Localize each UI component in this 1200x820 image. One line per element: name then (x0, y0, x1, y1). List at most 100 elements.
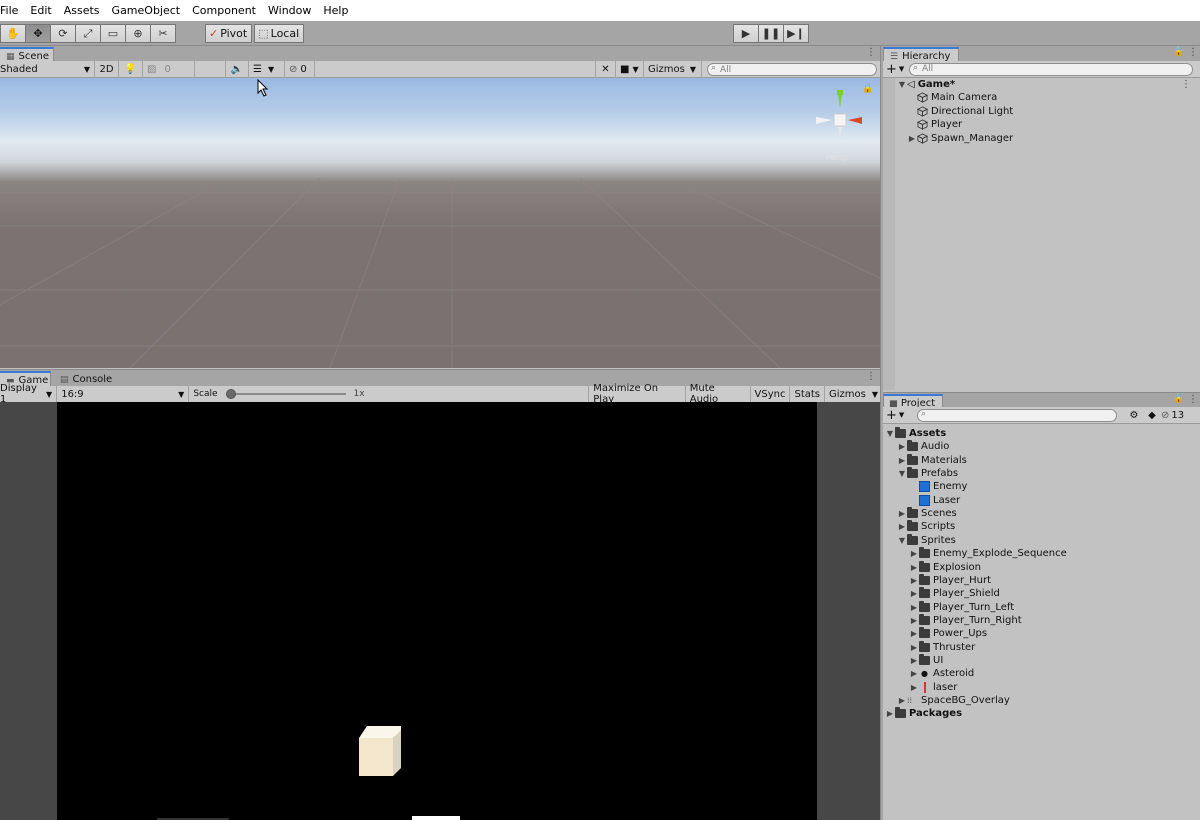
pivot-button[interactable]: ✓ Pivot (205, 24, 253, 43)
chevron-right-icon[interactable]: ▶ (885, 709, 895, 718)
project-tree-item[interactable]: ▶ laser (909, 681, 957, 694)
game-gizmos-toggle[interactable]: Gizmos (825, 386, 870, 403)
chevron-right-icon[interactable]: ▶ (907, 134, 917, 143)
play-button[interactable]: ▶ (733, 24, 759, 43)
rotate-tool-button[interactable]: ⟳ (50, 24, 76, 43)
camera-dropdown[interactable]: ■ ▼ (616, 60, 644, 78)
project-search-input[interactable]: ⌕ (917, 408, 1117, 422)
hierarchy-add-button[interactable]: + ▼ (883, 62, 909, 77)
mute-audio-toggle[interactable]: Mute Audio (686, 383, 751, 405)
local-button[interactable]: ⬚ Local (254, 24, 305, 43)
menu-gameobject[interactable]: GameObject (106, 0, 187, 21)
menu-edit[interactable]: Edit (24, 0, 57, 21)
hierarchy-tab-menu-icon[interactable]: ⋮ (1188, 47, 1198, 58)
lighting-toggle[interactable]: 💡 (119, 60, 143, 78)
step-button[interactable]: ▶❙ (783, 24, 809, 43)
hidden-packages-toggle[interactable]: ⊘ 13 (1161, 410, 1195, 421)
lock-icon[interactable]: 🔒 (862, 84, 873, 94)
menu-window[interactable]: Window (262, 0, 317, 21)
project-tree-item[interactable]: ▼ Assets (885, 427, 946, 440)
chevron-right-icon[interactable]: ▶ (909, 616, 919, 625)
menu-help[interactable]: Help (317, 0, 354, 21)
chevron-right-icon[interactable]: ▶ (897, 522, 907, 531)
filter-by-type-button[interactable]: ⚙ (1125, 410, 1143, 421)
chevron-right-icon[interactable]: ▶ (909, 683, 919, 692)
chevron-right-icon[interactable]: ▶ (909, 629, 919, 638)
chevron-right-icon[interactable]: ▶ (909, 549, 919, 558)
project-tree-item[interactable]: ▶ Player_Turn_Left (909, 600, 1014, 614)
maximize-on-play-toggle[interactable]: Maximize On Play (589, 383, 686, 405)
stats-toggle[interactable]: Stats (790, 385, 825, 403)
chevron-right-icon[interactable]: ▶ (897, 442, 907, 451)
aspect-dropdown[interactable]: 16:9 ▼ (57, 385, 190, 403)
rect-tool-button[interactable]: ▭ (100, 24, 126, 43)
gizmo-neg-x-axis[interactable] (816, 117, 832, 124)
hierarchy-item[interactable]: Player (907, 118, 962, 131)
display-dropdown[interactable]: Display 1 ▼ (0, 383, 58, 405)
filter-by-label-button[interactable]: ◆ (1143, 410, 1161, 421)
chevron-right-icon[interactable]: ▶ (909, 643, 919, 652)
hierarchy-scene-row[interactable]: ▼ ◁ Game* ⋮ (897, 78, 1197, 91)
chevron-down-icon[interactable]: ▼ (897, 536, 907, 545)
tools-toggle[interactable]: ✕ (595, 60, 616, 78)
lock-icon[interactable]: 🔒 (1173, 394, 1184, 404)
gizmo-center[interactable] (833, 113, 847, 127)
project-tree-item[interactable]: ▶ Enemy_Explode_Sequence (909, 547, 1067, 560)
project-tree-item[interactable]: ▶ ● Asteroid (909, 667, 974, 680)
chevron-right-icon[interactable]: ▶ (897, 456, 907, 465)
project-tree-item[interactable]: Laser (909, 494, 960, 507)
menu-component[interactable]: Component (186, 0, 262, 21)
hierarchy-search-input[interactable]: ⌕ All (909, 62, 1193, 76)
project-tree-item[interactable]: ▶ Player_Shield (909, 587, 1000, 600)
project-tab-menu-icon[interactable]: ⋮ (1188, 394, 1198, 405)
hierarchy-item[interactable]: Main Camera (907, 91, 997, 104)
project-tree-item[interactable]: ▶ Player_Turn_Right (909, 613, 1022, 627)
scale-slider[interactable] (225, 389, 346, 399)
chevron-right-icon[interactable]: ▶ (897, 509, 907, 518)
audio-toggle[interactable]: 🔈 (225, 60, 249, 78)
effects-dropdown[interactable]: ☰ ▼ (249, 60, 285, 78)
chevron-down-icon[interactable]: ▼ (897, 469, 907, 478)
hierarchy-item[interactable]: Directional Light (907, 105, 1013, 118)
chevron-right-icon[interactable]: ▶ (909, 669, 919, 678)
project-tree-item[interactable]: ▶ Scripts (897, 520, 955, 533)
gizmo-y-axis[interactable] (838, 94, 842, 108)
project-tree-item[interactable]: ▶ Power_Ups (909, 627, 987, 640)
project-tree-item[interactable]: ▶ Scenes (897, 507, 957, 520)
pause-button[interactable]: ❚❚ (758, 24, 784, 43)
menu-assets[interactable]: Assets (58, 0, 106, 21)
project-tree-item[interactable]: ▶ ⁞⁞ SpaceBG_Overlay (897, 694, 1010, 707)
project-tree-item[interactable]: ▼ Prefabs (897, 467, 958, 480)
hand-tool-button[interactable]: ✋ (0, 24, 26, 43)
chevron-right-icon[interactable]: ▶ (909, 603, 919, 612)
project-tree-item[interactable]: ▶ Materials (897, 453, 967, 467)
game-view[interactable] (0, 402, 880, 820)
gizmos-dropdown[interactable]: Gizmos ▼ (644, 60, 702, 78)
project-tree-item[interactable]: ▶ Packages (885, 707, 962, 720)
game-gizmos-dropdown[interactable]: ▼ (870, 386, 880, 403)
effects-toggle[interactable]: ▨ 0 (143, 60, 195, 78)
mode-2d-toggle[interactable]: 2D (95, 60, 119, 78)
chevron-down-icon[interactable]: ▼ (897, 80, 907, 89)
scale-slider-thumb[interactable] (225, 389, 236, 399)
chevron-right-icon[interactable]: ▶ (909, 656, 919, 665)
chevron-right-icon[interactable]: ▶ (897, 696, 907, 705)
project-tree-item[interactable]: ▶ Player_Hurt (909, 573, 991, 587)
project-tree-item[interactable]: ▶ Thruster (909, 640, 975, 654)
project-tree-item[interactable]: ▶ Explosion (909, 560, 981, 574)
project-tree-item[interactable]: ▶ Audio (897, 440, 949, 453)
scene-search-input[interactable]: ⌕ All (707, 63, 877, 76)
scene-menu-icon[interactable]: ⋮ (1181, 79, 1191, 90)
lock-icon[interactable]: 🔒 (1173, 47, 1184, 57)
chevron-right-icon[interactable]: ▶ (909, 589, 919, 598)
chevron-right-icon[interactable]: ▶ (909, 563, 919, 572)
project-add-button[interactable]: + ▼ (883, 408, 917, 423)
transform-tool-button[interactable]: ⊕ (125, 24, 151, 43)
gizmo-x-axis[interactable] (848, 117, 862, 124)
orientation-gizmo[interactable]: Persp (812, 84, 876, 164)
vsync-toggle[interactable]: VSync (751, 385, 791, 403)
game-canvas[interactable] (57, 402, 817, 820)
shading-mode-dropdown[interactable]: Shaded ▼ (0, 60, 95, 78)
chevron-down-icon[interactable]: ▼ (885, 429, 895, 438)
scene-view[interactable]: Persp 🔒 (0, 78, 880, 368)
